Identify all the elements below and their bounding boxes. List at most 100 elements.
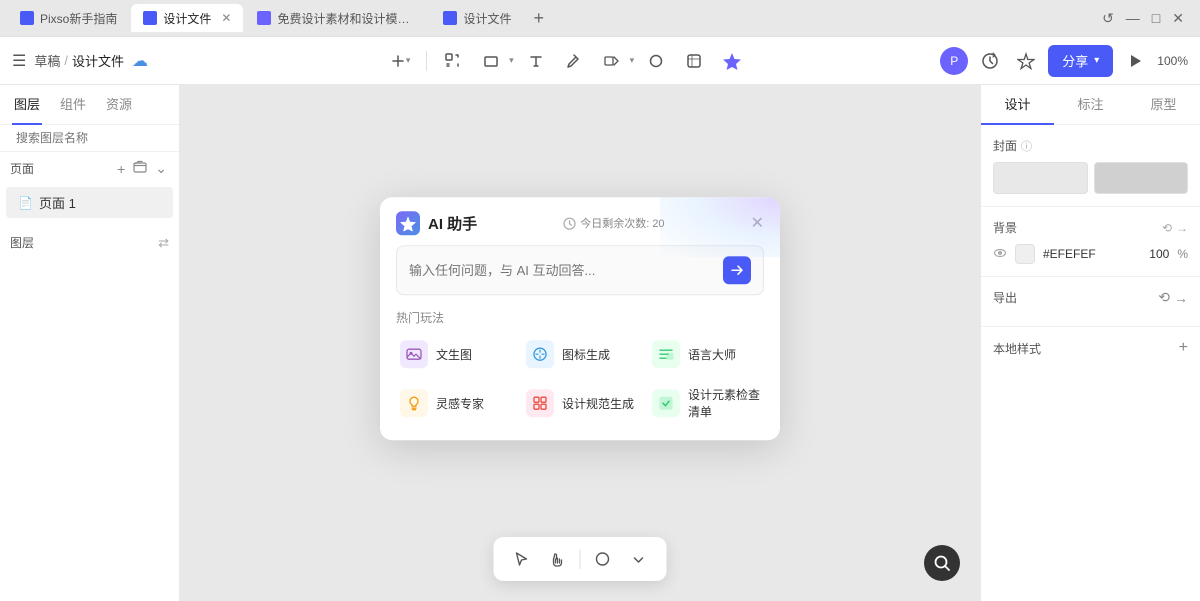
user-avatar[interactable]: P [940, 47, 968, 75]
share-history-icon[interactable] [976, 47, 1004, 75]
export-section-label: 导出 [993, 289, 1017, 306]
ai-remaining: 今日剩余次数: 20 [563, 215, 664, 231]
fill-section-header: 封面 ⓘ [993, 137, 1188, 154]
polygon-tool-button[interactable] [678, 45, 710, 77]
shape-tool-dropdown[interactable]: ▾ [509, 55, 514, 66]
toolbar-center: ▾ ▾ ▾ [200, 45, 932, 77]
add-tool-button[interactable]: ▾ [384, 45, 416, 77]
ai-input-box [396, 245, 764, 295]
fill-preview-left [993, 162, 1088, 194]
icon-gen-label: 图标生成 [562, 346, 610, 363]
pages-expand-icon[interactable]: ⌄ [153, 158, 169, 179]
star-icon[interactable] [1012, 47, 1040, 75]
ai-feature-text-to-image[interactable]: 文生图 [396, 336, 512, 372]
ai-modal: AI 助手 今日剩余次数: 20 ✕ 热门玩法 [380, 197, 780, 440]
export-section: 导出 ⟲ → [981, 277, 1200, 327]
bottom-tool-sep [580, 549, 581, 569]
canvas-area[interactable]: AI 助手 今日剩余次数: 20 ✕ 热门玩法 [180, 85, 980, 601]
browser-chrome: Pixso新手指南 设计文件 ✕ 免费设计素材和设计模板，尽在Pixso资源社.… [0, 0, 1200, 37]
remaining-text: 今日剩余次数: 20 [580, 215, 664, 231]
menu-icon[interactable]: ☰ [12, 51, 26, 71]
checklist-label: 设计元素检查清单 [688, 386, 760, 420]
add-page-button[interactable]: + [115, 159, 127, 179]
ai-feature-icon-gen[interactable]: 图标生成 [522, 336, 638, 372]
hand-tool-bottom[interactable] [542, 543, 574, 575]
bg-expand-icon[interactable]: → [1176, 221, 1188, 235]
breadcrumb-root[interactable]: 草稿 [34, 51, 60, 70]
inspiration-icon [400, 389, 428, 417]
fill-preview-row [993, 162, 1188, 194]
pages-header: 页面 + ⌄ [0, 152, 179, 185]
maximize-icon[interactable]: □ [1152, 10, 1160, 26]
tab-components[interactable]: 组件 [58, 85, 88, 125]
minimize-icon[interactable]: — [1126, 10, 1140, 26]
share-button[interactable]: 分享 ▾ [1048, 45, 1113, 77]
pen-tool-button[interactable] [558, 45, 590, 77]
tab-icon-design [143, 11, 157, 25]
bg-section-controls: ⟲ → [1162, 221, 1188, 235]
breadcrumb-current[interactable]: 设计文件 [72, 51, 124, 70]
tab-design-file-active[interactable]: 设计文件 ✕ [131, 4, 243, 32]
ai-chat-input[interactable] [409, 263, 715, 278]
tab-assets[interactable]: 资源 [104, 85, 134, 125]
select-tool-bottom[interactable] [506, 543, 538, 575]
pages-folder-icon[interactable] [131, 158, 149, 179]
ai-logo [396, 211, 420, 235]
tab-prototype-right[interactable]: 原型 [1127, 85, 1200, 125]
bg-link-icon[interactable]: ⟲ [1162, 221, 1172, 235]
ai-features-section: 热门玩法 文生图 图标生成 [380, 309, 780, 440]
ai-feature-design-spec[interactable]: 设计规范生成 [522, 382, 638, 424]
ai-tool-button[interactable] [716, 45, 748, 77]
local-styles-add-button[interactable]: + [1179, 339, 1188, 357]
reload-icon[interactable]: ↺ [1102, 10, 1114, 27]
tab-close-design[interactable]: ✕ [221, 11, 231, 25]
export-section-header: 导出 ⟲ → [993, 289, 1188, 306]
ai-close-button[interactable]: ✕ [751, 213, 764, 233]
page-item-1[interactable]: 📄 页面 1 [6, 187, 173, 218]
transform-dropdown[interactable]: ▾ [630, 55, 635, 66]
bg-visibility-icon[interactable] [993, 246, 1007, 263]
play-button[interactable] [1121, 47, 1149, 75]
layers-label: 图层 [10, 234, 34, 251]
more-tools-bottom[interactable] [623, 543, 655, 575]
export-expand-icon[interactable]: → [1174, 290, 1188, 306]
cloud-sync-icon[interactable]: ☁ [132, 51, 148, 71]
fill-info-icon[interactable]: ⓘ [1021, 138, 1032, 154]
transform-tool-button[interactable] [596, 45, 628, 77]
tab-resources[interactable]: 免费设计素材和设计模板，尽在Pixso资源社... [245, 4, 429, 32]
icon-gen-icon [526, 340, 554, 368]
text-tool-button[interactable] [520, 45, 552, 77]
search-layers-input[interactable] [16, 131, 171, 145]
ai-features-title: 热门玩法 [396, 309, 764, 326]
ai-feature-checklist[interactable]: 设计元素检查清单 [648, 382, 764, 424]
right-panel: 设计 标注 原型 封面 ⓘ 背景 ⟲ → [980, 85, 1200, 601]
bg-color-swatch[interactable] [1015, 244, 1035, 264]
bg-color-hex[interactable]: #EFEFEF [1043, 247, 1141, 261]
tool-sep-1 [426, 51, 427, 71]
layers-settings-icon[interactable]: ⇄ [158, 235, 169, 251]
tab-layers[interactable]: 图层 [12, 85, 42, 125]
export-icons: ⟲ → [1158, 289, 1188, 306]
checklist-icon [652, 389, 680, 417]
bg-opacity-value[interactable]: 100 [1149, 247, 1169, 261]
ai-feature-inspiration[interactable]: 灵感专家 [396, 382, 512, 424]
zoom-level[interactable]: 100% [1157, 54, 1188, 68]
ai-features-grid: 文生图 图标生成 语言大师 [396, 336, 764, 424]
tab-pixso-guide[interactable]: Pixso新手指南 [8, 4, 129, 32]
ai-feature-language[interactable]: 语言大师 [648, 336, 764, 372]
export-link-icon[interactable]: ⟲ [1158, 289, 1170, 306]
tab-design-file-2[interactable]: 设计文件 [431, 4, 523, 32]
tab-design-right[interactable]: 设计 [981, 85, 1054, 125]
frame-tool-button[interactable] [437, 45, 469, 77]
browser-controls: ↺ — □ ✕ [1102, 10, 1192, 27]
shape-tool-button[interactable] [475, 45, 507, 77]
ai-send-button[interactable] [723, 256, 751, 284]
circle-tool-bottom[interactable] [587, 543, 619, 575]
canvas-search-button[interactable] [924, 545, 960, 581]
ellipse-tool-button[interactable] [640, 45, 672, 77]
tab-annotation-right[interactable]: 标注 [1054, 85, 1127, 125]
bg-section-header: 背景 ⟲ → [993, 219, 1188, 236]
close-window-icon[interactable]: ✕ [1172, 10, 1184, 27]
new-tab-button[interactable]: + [525, 4, 552, 32]
tab-bar: Pixso新手指南 设计文件 ✕ 免费设计素材和设计模板，尽在Pixso资源社.… [0, 0, 1200, 36]
